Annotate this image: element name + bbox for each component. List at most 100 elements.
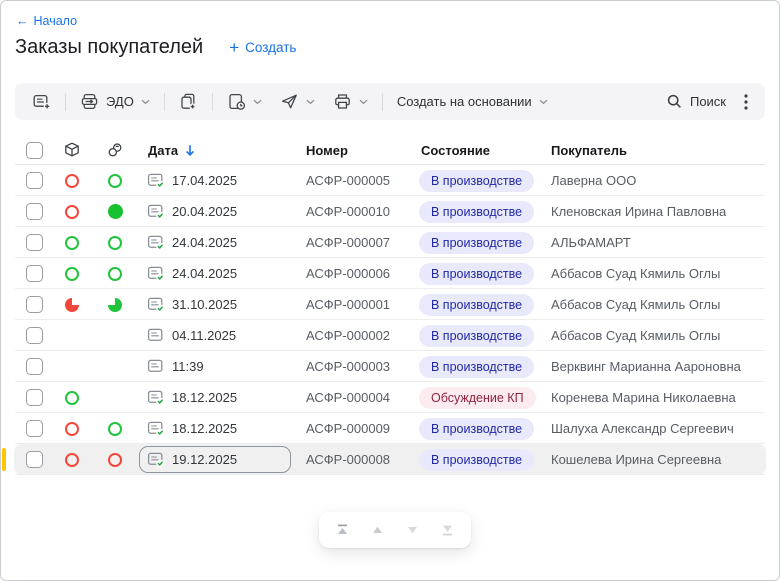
- row-checkbox[interactable]: [26, 265, 43, 282]
- date-cell[interactable]: 17.04.2025: [139, 167, 291, 194]
- state-badge: В производстве: [419, 201, 534, 223]
- table-row[interactable]: 17.04.2025 АСФР-000005 В производстве Ла…: [1, 165, 779, 196]
- table-row[interactable]: 19.12.2025 АСФР-000008 В производстве Ко…: [1, 444, 779, 475]
- number-cell[interactable]: АСФР-000007: [304, 235, 419, 250]
- number-cell[interactable]: АСФР-000009: [304, 421, 419, 436]
- number-cell[interactable]: АСФР-000001: [304, 297, 419, 312]
- back-link-label: Начало: [34, 14, 78, 28]
- new-document-button[interactable]: [23, 88, 60, 116]
- buyer-cell[interactable]: Аббасов Суад Кямиль Оглы: [549, 297, 765, 312]
- row-checkbox[interactable]: [26, 203, 43, 220]
- payment-status-icon: [108, 236, 122, 250]
- number-cell[interactable]: АСФР-000010: [304, 204, 419, 219]
- table-row[interactable]: 20.04.2025 АСФР-000010 В производстве Кл…: [1, 196, 779, 227]
- state-badge: В производстве: [419, 263, 534, 285]
- create-button-label: Создать: [245, 40, 296, 55]
- table-row[interactable]: 18.12.2025 АСФР-000004 Обсуждение КП Кор…: [1, 382, 779, 413]
- row-checkbox[interactable]: [26, 358, 43, 375]
- buyer-cell[interactable]: Лаверна ООО: [549, 173, 765, 188]
- plus-icon: +: [229, 39, 239, 56]
- row-checkbox[interactable]: [26, 296, 43, 313]
- document-icon: [147, 234, 165, 251]
- posted-check-icon: [156, 212, 164, 220]
- send-button[interactable]: [271, 88, 324, 116]
- select-all-checkbox[interactable]: [26, 142, 43, 159]
- go-first-button[interactable]: [330, 517, 356, 543]
- buyer-cell[interactable]: Кленовская Ирина Павловна: [549, 204, 765, 219]
- row-checkbox[interactable]: [26, 420, 43, 437]
- table-row[interactable]: 04.11.2025 АСФР-000002 В производстве Аб…: [1, 320, 779, 351]
- toolbar: ЭДО: [15, 83, 765, 120]
- buyer-cell[interactable]: АЛЬФАМАРТ: [549, 235, 765, 250]
- date-cell[interactable]: 04.11.2025: [139, 322, 291, 349]
- back-link[interactable]: ← Начало: [16, 14, 77, 28]
- date-text: 31.10.2025: [172, 297, 237, 312]
- send-icon: [280, 92, 299, 111]
- print-button[interactable]: [324, 88, 377, 116]
- copy-button[interactable]: [170, 88, 207, 116]
- payment-status-icon: [108, 174, 122, 188]
- column-header-number[interactable]: Номер: [304, 143, 419, 158]
- number-cell[interactable]: АСФР-000004: [304, 390, 419, 405]
- state-badge: В производстве: [419, 418, 534, 440]
- column-header-date[interactable]: Дата: [139, 143, 304, 158]
- table-row[interactable]: 11:39 АСФР-000003 В производстве Верквин…: [1, 351, 779, 382]
- document-icon: [147, 451, 165, 468]
- payment-status-icon: [108, 298, 122, 312]
- table-row[interactable]: 24.04.2025 АСФР-000006 В производстве Аб…: [1, 258, 779, 289]
- edo-menu-button[interactable]: ЭДО: [71, 88, 159, 116]
- row-checkbox[interactable]: [26, 389, 43, 406]
- state-badge: В производстве: [419, 449, 534, 471]
- shipment-status-icon: [65, 174, 79, 188]
- row-checkbox[interactable]: [26, 327, 43, 344]
- date-text: 24.04.2025: [172, 235, 237, 250]
- state-badge: В производстве: [419, 294, 534, 316]
- shipment-status-icon: [65, 236, 79, 250]
- column-header-buyer[interactable]: Покупатель: [549, 143, 765, 158]
- column-header-shipment[interactable]: [53, 141, 91, 159]
- go-last-button[interactable]: [435, 517, 461, 543]
- buyer-cell[interactable]: Кошелева Ирина Сергеевна: [549, 452, 765, 467]
- buyer-cell[interactable]: Шалуха Александр Сергеевич: [549, 421, 765, 436]
- create-based-on-button[interactable]: Создать на основании: [388, 88, 557, 116]
- number-cell[interactable]: АСФР-000005: [304, 173, 419, 188]
- date-cell[interactable]: 18.12.2025: [139, 384, 291, 411]
- buyer-cell[interactable]: Аббасов Суад Кямиль Оглы: [549, 328, 765, 343]
- more-menu-button[interactable]: [735, 88, 757, 116]
- date-cell[interactable]: 24.04.2025: [139, 229, 291, 256]
- table-row[interactable]: 18.12.2025 АСФР-000009 В производстве Ша…: [1, 413, 779, 444]
- table-row[interactable]: 31.10.2025 АСФР-000001 В производстве Аб…: [1, 289, 779, 320]
- table-body: 17.04.2025 АСФР-000005 В производстве Ла…: [1, 165, 779, 475]
- table-row[interactable]: 24.04.2025 АСФР-000007 В производстве АЛ…: [1, 227, 779, 258]
- create-button[interactable]: + Создать: [229, 39, 296, 56]
- row-checkbox[interactable]: [26, 234, 43, 251]
- go-next-icon: [406, 524, 419, 536]
- column-header-state[interactable]: Состояние: [419, 143, 549, 158]
- go-previous-button[interactable]: [365, 517, 391, 543]
- date-cell[interactable]: 19.12.2025: [139, 446, 291, 473]
- column-header-payment[interactable]: [91, 141, 139, 159]
- go-first-icon: [336, 524, 349, 536]
- row-checkbox[interactable]: [26, 451, 43, 468]
- go-next-button[interactable]: [400, 517, 426, 543]
- date-cell[interactable]: 20.04.2025: [139, 198, 291, 225]
- date-cell[interactable]: 24.04.2025: [139, 260, 291, 287]
- number-cell[interactable]: АСФР-000002: [304, 328, 419, 343]
- state-badge: В производстве: [419, 325, 534, 347]
- row-checkbox[interactable]: [26, 172, 43, 189]
- number-cell[interactable]: АСФР-000006: [304, 266, 419, 281]
- date-cell[interactable]: 18.12.2025: [139, 415, 291, 442]
- date-text: 18.12.2025: [172, 421, 237, 436]
- search-button[interactable]: Поиск: [657, 88, 735, 116]
- date-cell[interactable]: 11:39: [139, 353, 291, 380]
- number-cell[interactable]: АСФР-000003: [304, 359, 419, 374]
- back-arrow-icon: ←: [16, 14, 29, 28]
- current-row-marker: [2, 448, 6, 471]
- buyer-cell[interactable]: Аббасов Суад Кямиль Оглы: [549, 266, 765, 281]
- date-cell[interactable]: 31.10.2025: [139, 291, 291, 318]
- buyer-cell[interactable]: Коренева Марина Николаевна: [549, 390, 765, 405]
- buyer-cell[interactable]: Верквинг Марианна Аароновна: [549, 359, 765, 374]
- postpone-document-button[interactable]: [218, 88, 271, 116]
- number-cell[interactable]: АСФР-000008: [304, 452, 419, 467]
- posted-check-icon: [156, 181, 164, 189]
